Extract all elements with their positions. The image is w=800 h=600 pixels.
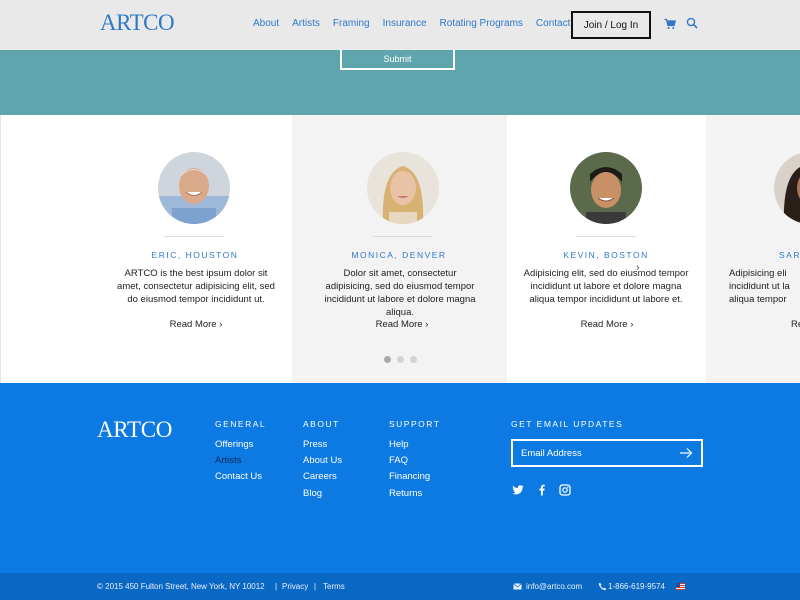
divider xyxy=(576,236,636,237)
instagram-icon[interactable] xyxy=(559,484,571,496)
carousel-dot[interactable] xyxy=(397,356,404,363)
avatar xyxy=(570,152,642,224)
twitter-icon[interactable] xyxy=(512,484,524,496)
carousel-dot[interactable] xyxy=(410,356,417,363)
read-more-link[interactable]: Read More › xyxy=(357,319,447,330)
footer-link-about-us[interactable]: About Us xyxy=(303,453,342,469)
nav-artists[interactable]: Artists xyxy=(292,18,320,29)
nav-about[interactable]: About xyxy=(253,18,279,29)
bottom-bar: © 2015 450 Fulton Street, New York, NY 1… xyxy=(0,573,800,600)
footer-link-press[interactable]: Press xyxy=(303,437,342,453)
separator: | xyxy=(275,582,278,591)
column-heading: SUPPORT xyxy=(389,419,441,429)
nav-insurance[interactable]: Insurance xyxy=(383,18,427,29)
arrow-right-icon[interactable] xyxy=(679,447,693,459)
testimonial-card: ERIC, HOUSTON ARTCO is the best ipsum do… xyxy=(1,115,292,383)
search-icon[interactable] xyxy=(686,17,698,29)
divider xyxy=(164,236,224,237)
join-login-button[interactable]: Join / Log In xyxy=(571,11,651,39)
testimonial-quote: Adipisicing eli incididunt ut la aliqua … xyxy=(729,268,790,305)
phone-icon xyxy=(598,582,607,591)
site-header: ARTCO About Artists Framing Insurance Ro… xyxy=(0,0,800,50)
avatar xyxy=(774,152,800,224)
footer-link-faq[interactable]: FAQ xyxy=(389,453,440,469)
nav-rotating-programs[interactable]: Rotating Programs xyxy=(440,18,523,29)
testimonial-quote: Dolor sit amet, consectetur adipisicing,… xyxy=(324,268,476,318)
column-heading: GENERAL xyxy=(215,419,267,429)
main-nav: About Artists Framing Insurance Rotating… xyxy=(253,18,583,29)
testimonial-name: KEVIN, BOSTON xyxy=(563,250,649,260)
email-signup-form xyxy=(511,439,703,467)
nav-contact[interactable]: Contact xyxy=(536,18,570,29)
facebook-icon[interactable] xyxy=(536,484,548,496)
testimonial-quote: ARTCO is the best ipsum dolor sit amet, … xyxy=(117,268,275,305)
contact-phone[interactable]: 1-866-619-9574 xyxy=(608,582,665,591)
carousel-dot[interactable] xyxy=(384,356,391,363)
carousel-next-icon[interactable]: › xyxy=(636,262,640,274)
avatar xyxy=(158,152,230,224)
read-more-link[interactable]: Read More › xyxy=(562,319,652,330)
chevron-right-icon: › xyxy=(425,319,429,330)
us-flag-icon[interactable] xyxy=(676,583,685,590)
footer-link-artists[interactable]: Artists xyxy=(215,453,266,469)
footer-column-about: ABOUT Press About Us Careers Blog xyxy=(303,419,342,502)
footer-logo[interactable]: ARTCO xyxy=(97,417,172,443)
read-more-label: Read More xyxy=(375,319,423,330)
read-more-link[interactable]: Re xyxy=(791,319,800,330)
testimonial-name: ERIC, HOUSTON xyxy=(151,250,239,260)
carousel-dots xyxy=(384,356,417,363)
read-more-label: Read More xyxy=(169,319,217,330)
avatar xyxy=(367,152,439,224)
divider xyxy=(373,236,433,237)
chevron-right-icon: › xyxy=(219,319,223,330)
testimonial-name: MONICA, DENVER xyxy=(351,250,447,260)
footer-link-financing[interactable]: Financing xyxy=(389,469,440,485)
privacy-link[interactable]: Privacy xyxy=(282,582,308,591)
site-logo[interactable]: ARTCO xyxy=(100,10,175,36)
submit-button[interactable]: Submit xyxy=(340,50,455,70)
testimonial-card: KEVIN, BOSTON Adipisicing elit, sed do e… xyxy=(507,115,706,383)
footer-link-contact-us[interactable]: Contact Us xyxy=(215,469,266,485)
footer-link-careers[interactable]: Careers xyxy=(303,469,342,485)
site-footer: ARTCO GENERAL Offerings Artists Contact … xyxy=(0,383,800,573)
email-heading: GET EMAIL UPDATES xyxy=(511,419,624,429)
separator: | xyxy=(314,582,317,591)
terms-link[interactable]: Terms xyxy=(323,582,345,591)
mail-icon xyxy=(513,583,522,590)
testimonial-card: SARA Adipisicing eli incididunt ut la al… xyxy=(706,115,800,383)
chevron-right-icon: › xyxy=(630,319,634,330)
footer-column-general: GENERAL Offerings Artists Contact Us xyxy=(215,419,266,486)
copyright-text: © 2015 450 Fulton Street, New York, NY 1… xyxy=(97,582,265,591)
testimonial-quote: Adipisicing elit, sed do eiusmod tempor … xyxy=(523,268,689,305)
nav-framing[interactable]: Framing xyxy=(333,18,370,29)
footer-column-support: SUPPORT Help FAQ Financing Returns xyxy=(389,419,440,502)
footer-link-help[interactable]: Help xyxy=(389,437,440,453)
read-more-label: Read More xyxy=(580,319,628,330)
cart-icon[interactable] xyxy=(664,18,676,30)
contact-email-link[interactable]: info@artco.com xyxy=(526,582,582,591)
column-heading: ABOUT xyxy=(303,419,340,429)
footer-link-offerings[interactable]: Offerings xyxy=(215,437,266,453)
testimonials-section: ERIC, HOUSTON ARTCO is the best ipsum do… xyxy=(0,115,800,383)
testimonial-card: MONICA, DENVER Dolor sit amet, consectet… xyxy=(292,115,507,383)
email-input[interactable] xyxy=(521,446,671,460)
testimonial-name: SARA xyxy=(779,250,800,260)
footer-link-returns[interactable]: Returns xyxy=(389,486,440,502)
read-more-link[interactable]: Read More › xyxy=(151,319,241,330)
footer-link-blog[interactable]: Blog xyxy=(303,486,342,502)
